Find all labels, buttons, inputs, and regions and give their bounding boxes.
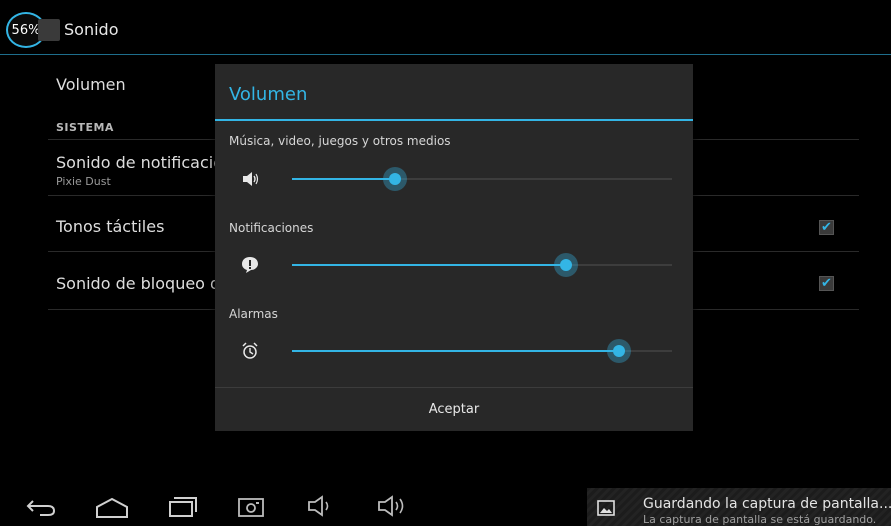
volume-down-icon[interactable] [306,493,334,519]
speaker-icon [243,172,259,186]
media-volume-slider[interactable] [292,167,672,191]
volume-dialog: Volumen Música, video, juegos y otros me… [215,64,693,431]
volume-up-icon[interactable] [376,493,408,519]
volume-setting[interactable]: Volumen [56,75,126,94]
home-icon[interactable] [94,493,130,519]
media-volume-thumb[interactable] [382,167,407,191]
notification-volume-thumb[interactable] [553,253,578,277]
notification-volume-fill [292,264,566,266]
screenshot-notification[interactable]: Guardando la captura de pantalla... La c… [587,488,891,526]
image-icon [597,500,615,516]
media-volume-label: Música, video, juegos y otros medios [229,134,451,148]
notification-sound-value: Pixie Dust [56,175,111,188]
app-icon[interactable] [38,19,60,41]
notification-subtitle: La captura de pantalla se está guardando… [643,513,877,526]
alarm-volume-fill [292,350,619,352]
lock-sound-checkbox[interactable]: ✔ [819,276,834,291]
touch-tones-title: Tonos táctiles [56,217,165,236]
notification-volume-slider[interactable] [292,253,672,277]
actionbar-title: Sonido [64,20,119,39]
notification-volume-label: Notificaciones [229,221,314,235]
alarm-clock-icon [242,342,258,359]
notification-icon [242,257,258,273]
ok-button[interactable]: Aceptar [215,388,693,431]
alarm-volume-thumb[interactable] [606,339,631,363]
media-volume-fill [292,178,395,180]
back-icon[interactable] [24,493,58,519]
recent-apps-icon[interactable] [166,493,200,519]
dialog-title: Volumen [229,84,308,105]
alarm-volume-slider[interactable] [292,339,672,363]
notification-sound-title: Sonido de notificación [56,153,234,172]
dialog-title-divider [215,119,693,121]
touch-tones-checkbox[interactable]: ✔ [819,220,834,235]
screenshot-icon[interactable] [237,493,265,519]
alarm-volume-label: Alarmas [229,307,278,321]
section-header-system: SISTEMA [56,121,114,134]
notification-title: Guardando la captura de pantalla... [643,496,891,512]
action-bar: Sonido [0,6,891,55]
